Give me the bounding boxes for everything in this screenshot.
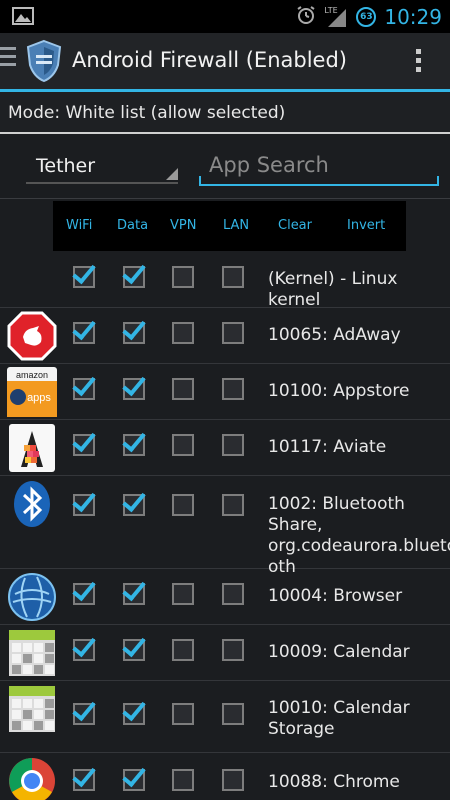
app-row: 10117: Aviate xyxy=(0,420,450,476)
mode-row[interactable]: Mode: White list (allow selected) xyxy=(0,92,450,134)
action-bar: Android Firewall (Enabled) xyxy=(0,33,450,89)
vpn-checkbox[interactable] xyxy=(172,266,194,288)
adaway-stop-icon xyxy=(7,311,57,361)
app-name-label: 10117: Aviate xyxy=(268,436,387,457)
vpn-checkbox[interactable] xyxy=(172,378,194,400)
interface-spinner[interactable]: Tether xyxy=(26,150,178,184)
vpn-checkbox[interactable] xyxy=(172,769,194,791)
app-name-label: 10004: Browser xyxy=(268,585,403,606)
wifi-checkbox[interactable] xyxy=(73,378,95,400)
mode-label: Mode: White list (allow selected) xyxy=(8,103,286,123)
wifi-checkbox[interactable] xyxy=(73,639,95,661)
bluetooth-icon xyxy=(7,479,57,529)
vpn-checkbox[interactable] xyxy=(172,639,194,661)
app-name-label: 10010: Calendar Storage xyxy=(268,698,410,739)
app-name-label: 10100: Appstore xyxy=(268,380,410,401)
vpn-checkbox[interactable] xyxy=(172,703,194,725)
vpn-checkbox[interactable] xyxy=(172,494,194,516)
app-row: 10009: Calendar xyxy=(0,625,450,681)
app-name-label: 10009: Calendar xyxy=(268,641,410,662)
data-checkbox[interactable] xyxy=(123,583,145,605)
app-row: 10004: Browser xyxy=(0,569,450,625)
lan-checkbox[interactable] xyxy=(222,703,244,725)
lan-checkbox[interactable] xyxy=(222,322,244,344)
spinner-triangle-icon xyxy=(166,168,178,180)
amazon-appstore-icon: amazon apps xyxy=(7,367,57,417)
calendar-storage-icon xyxy=(7,684,57,734)
clear-button[interactable]: Clear xyxy=(278,218,312,233)
wifi-checkbox[interactable] xyxy=(73,703,95,725)
app-row: (Kernel) - Linux kernel xyxy=(0,252,450,310)
column-lan[interactable]: LAN xyxy=(223,218,249,233)
lan-checkbox[interactable] xyxy=(222,769,244,791)
column-wifi[interactable]: WiFi xyxy=(66,218,92,233)
calendar-icon xyxy=(7,628,57,678)
vpn-checkbox[interactable] xyxy=(172,322,194,344)
app-name-label: 10088: Chrome xyxy=(268,771,400,792)
globe-browser-icon xyxy=(7,572,57,622)
app-title: Android Firewall (Enabled) xyxy=(72,48,347,72)
app-row: 1002: Bluetooth Share, org.codeaurora.bl… xyxy=(0,476,450,577)
spinner-value: Tether xyxy=(36,155,96,177)
data-checkbox[interactable] xyxy=(123,639,145,661)
status-time: 10:29 xyxy=(384,4,442,29)
signal-icon: LTE xyxy=(324,6,348,28)
data-checkbox[interactable] xyxy=(123,266,145,288)
wifi-checkbox[interactable] xyxy=(73,769,95,791)
image-notification-icon xyxy=(12,7,34,29)
wifi-checkbox[interactable] xyxy=(73,583,95,605)
invert-button[interactable]: Invert xyxy=(347,218,385,233)
lan-checkbox[interactable] xyxy=(222,639,244,661)
column-data[interactable]: Data xyxy=(117,218,148,233)
drawer-menu-icon[interactable] xyxy=(0,47,18,71)
wifi-checkbox[interactable] xyxy=(73,322,95,344)
overflow-menu-icon[interactable] xyxy=(416,49,422,76)
app-search-field[interactable] xyxy=(199,148,439,186)
data-checkbox[interactable] xyxy=(123,378,145,400)
vpn-checkbox[interactable] xyxy=(172,434,194,456)
lan-checkbox[interactable] xyxy=(222,583,244,605)
alarm-clock-icon xyxy=(296,5,316,29)
app-row: amazon apps 10100: Appstore xyxy=(0,364,450,420)
status-bar: LTE 63 10:29 xyxy=(0,0,450,33)
chrome-icon xyxy=(7,756,57,800)
wifi-checkbox[interactable] xyxy=(73,434,95,456)
svg-text:apps: apps xyxy=(27,392,51,404)
app-name-label: 1002: Bluetooth Share, org.codeaurora.bl… xyxy=(268,494,450,577)
app-search-input[interactable] xyxy=(209,150,429,180)
battery-indicator: 63 xyxy=(356,6,377,27)
column-vpn[interactable]: VPN xyxy=(170,218,196,233)
column-header: WiFi Data VPN LAN Clear Invert xyxy=(53,201,406,251)
wifi-checkbox[interactable] xyxy=(73,494,95,516)
app-name-label: 10065: AdAway xyxy=(268,324,401,345)
app-row: 10088: Chrome xyxy=(0,753,450,800)
app-row: 10065: AdAway xyxy=(0,308,450,364)
app-name-label: (Kernel) - Linux kernel xyxy=(268,268,398,310)
divider xyxy=(0,198,450,199)
aviate-icon xyxy=(7,423,57,473)
shield-firewall-icon[interactable] xyxy=(24,39,64,83)
app-row: 10010: Calendar Storage xyxy=(0,681,450,753)
wifi-checkbox[interactable] xyxy=(73,266,95,288)
data-checkbox[interactable] xyxy=(123,703,145,725)
vpn-checkbox[interactable] xyxy=(172,583,194,605)
data-checkbox[interactable] xyxy=(123,434,145,456)
lan-checkbox[interactable] xyxy=(222,434,244,456)
data-checkbox[interactable] xyxy=(123,494,145,516)
lan-checkbox[interactable] xyxy=(222,378,244,400)
filter-row: Tether xyxy=(0,136,450,198)
data-checkbox[interactable] xyxy=(123,769,145,791)
data-checkbox[interactable] xyxy=(123,322,145,344)
lan-checkbox[interactable] xyxy=(222,494,244,516)
lan-checkbox[interactable] xyxy=(222,266,244,288)
svg-text:amazon: amazon xyxy=(16,370,48,380)
